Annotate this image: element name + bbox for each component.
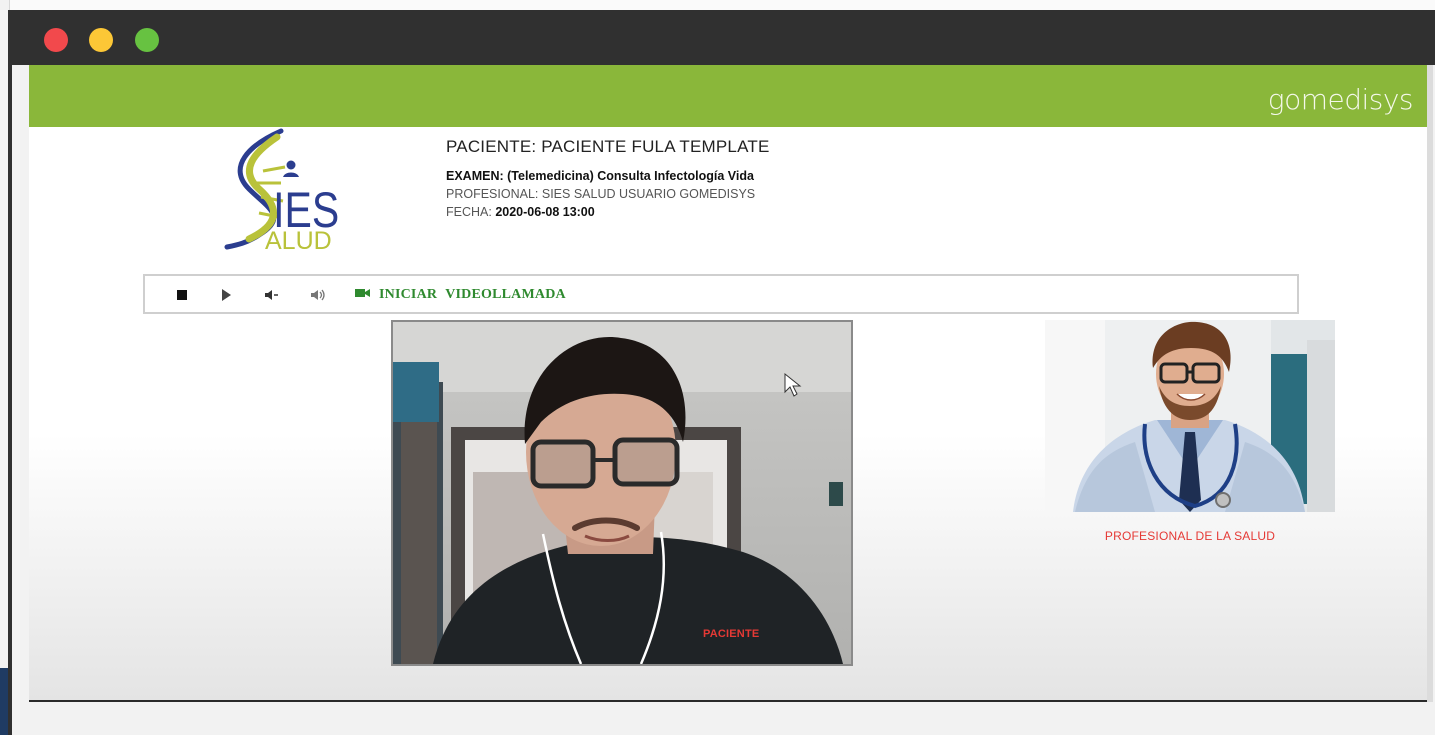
brand-logo: gomedisys	[1267, 83, 1414, 116]
video-camera-icon	[355, 286, 371, 304]
screen: gomedisys IES ALUD PACIENTE: PACIENTE FU…	[0, 0, 1435, 735]
app-window: gomedisys IES ALUD PACIENTE: PACIENTE FU…	[8, 10, 1435, 735]
professional-video[interactable]	[1045, 320, 1335, 512]
professional-line: PROFESIONAL: SIES SALUD USUARIO GOMEDISY…	[446, 187, 770, 201]
patient-caption: PACIENTE	[703, 628, 760, 640]
professional-value: SIES SALUD USUARIO GOMEDISYS	[541, 187, 756, 201]
window-content: gomedisys IES ALUD PACIENTE: PACIENTE FU…	[12, 65, 1435, 735]
sies-salud-logo: IES ALUD	[219, 127, 349, 255]
patient-video-image	[393, 322, 851, 664]
bottom-divider	[29, 700, 1427, 702]
patient-title: PACIENTE: PACIENTE FULA TEMPLATE	[446, 137, 770, 156]
stop-icon[interactable]	[175, 286, 189, 304]
professional-caption-wrap: PROFESIONAL DE LA SALUD	[1045, 527, 1335, 545]
exam-label: EXAMEN:	[446, 169, 504, 183]
professional-label: PROFESIONAL:	[446, 187, 539, 201]
exam-line: EXAMEN: (Telemedicina) Consulta Infectol…	[446, 169, 770, 183]
patient-info: PACIENTE: PACIENTE FULA TEMPLATE EXAMEN:…	[446, 137, 770, 223]
date-line: FECHA: 2020-06-08 13:00	[446, 205, 770, 219]
sies-salud-logo-graphic: IES ALUD	[224, 128, 339, 255]
exam-value: (Telemedicina) Consulta Infectología Vid…	[507, 169, 754, 183]
volume-down-icon[interactable]	[263, 286, 281, 304]
videocall-label: VIDEOLLAMADA	[445, 287, 566, 302]
date-value: 2020-06-08 13:00	[495, 205, 595, 219]
maximize-window-button[interactable]	[135, 28, 159, 52]
media-toolbar: INICIAR VIDEOLLAMADA	[143, 274, 1299, 314]
professional-photo	[1045, 320, 1335, 512]
date-label: FECHA:	[446, 205, 492, 219]
patient-video[interactable]: PACIENTE	[391, 320, 853, 666]
telemedicine-page: gomedisys IES ALUD PACIENTE: PACIENTE FU…	[29, 65, 1427, 702]
logo-alud-text: ALUD	[265, 227, 332, 253]
start-videocall-button[interactable]: INICIAR VIDEOLLAMADA	[355, 286, 566, 304]
close-window-button[interactable]	[44, 28, 68, 52]
play-icon[interactable]	[219, 286, 233, 304]
start-label: INICIAR	[379, 287, 438, 302]
minimize-window-button[interactable]	[89, 28, 113, 52]
header-bar: gomedisys	[29, 65, 1427, 127]
window-titlebar	[8, 10, 1435, 65]
volume-up-icon[interactable]	[309, 286, 327, 304]
professional-caption: PROFESIONAL DE LA SALUD	[1104, 529, 1276, 543]
page-right-edge	[1427, 65, 1433, 702]
